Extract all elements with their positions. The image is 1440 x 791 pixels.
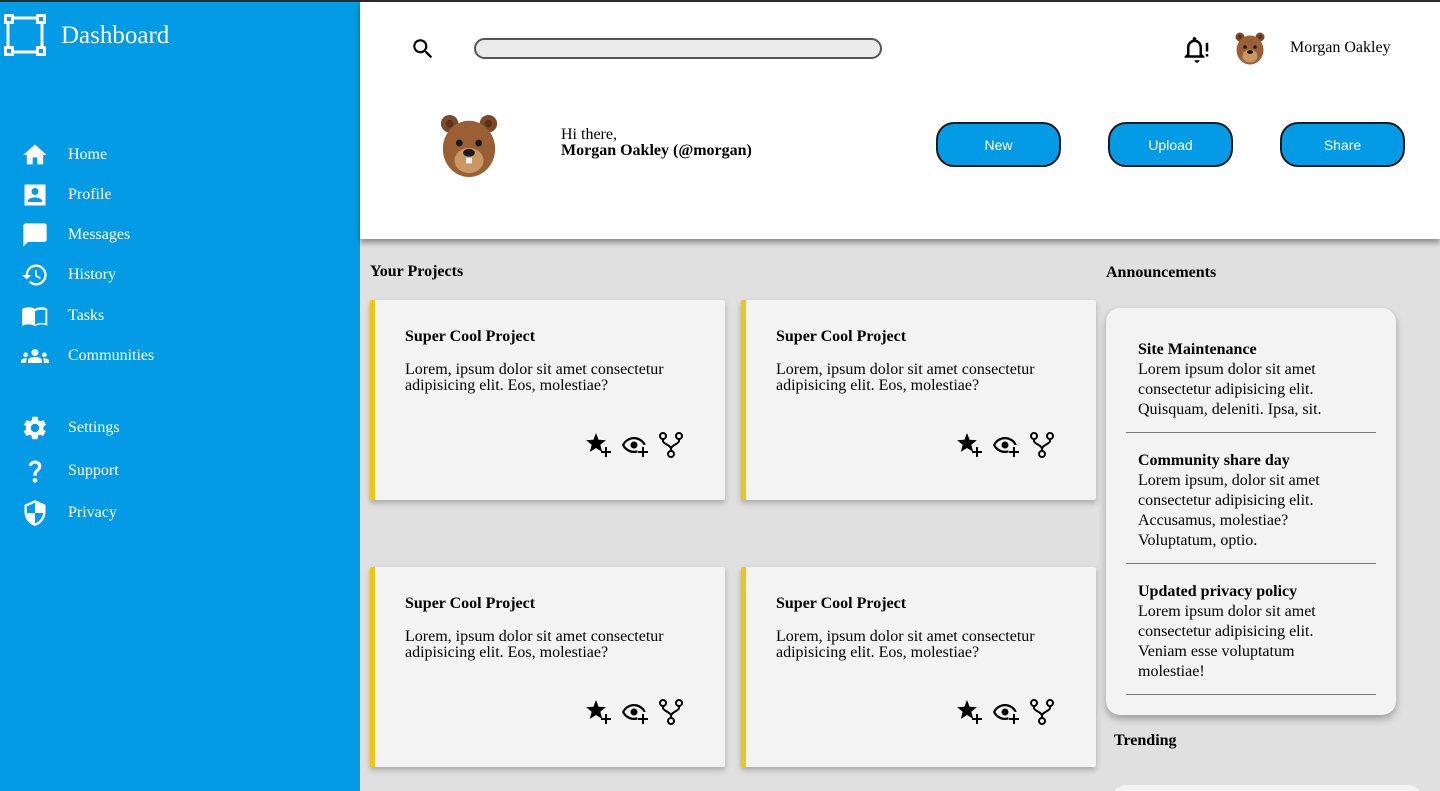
book-icon: [20, 301, 50, 331]
share-button[interactable]: Share: [1280, 122, 1405, 167]
greeting-user: Morgan Oakley (@morgan): [561, 142, 752, 159]
fork-icon[interactable]: [657, 431, 685, 459]
profile-icon: [20, 180, 50, 210]
sidebar-item-label: Support: [68, 462, 119, 479]
sidebar-item-settings[interactable]: Settings: [20, 413, 120, 443]
sidebar-item-tasks[interactable]: Tasks: [20, 301, 104, 331]
announcement-body: Lorem ipsum dolor sit amet consectetur a…: [1138, 361, 1322, 418]
home-icon: [20, 140, 50, 170]
star-add-icon[interactable]: [585, 698, 613, 726]
announcement-title: Community share day: [1138, 452, 1290, 469]
fork-icon[interactable]: [1028, 698, 1056, 726]
history-icon: [20, 260, 50, 290]
greeting-text: Hi there,: [561, 126, 617, 143]
people-icon: [20, 341, 50, 371]
project-title: Super Cool Project: [776, 328, 907, 345]
gear-icon: [20, 413, 50, 443]
profile-avatar: [440, 114, 498, 177]
watch-add-icon[interactable]: [992, 698, 1020, 726]
watch-add-icon[interactable]: [621, 431, 649, 459]
watch-add-icon[interactable]: [621, 698, 649, 726]
sidebar-item-support[interactable]: Support: [20, 456, 119, 486]
announcement-title: Site Maintenance: [1138, 341, 1257, 358]
avatar[interactable]: [1234, 31, 1266, 65]
question-icon: [20, 456, 50, 486]
sidebar-item-label: Settings: [68, 419, 120, 436]
user-name[interactable]: Morgan Oakley: [1290, 39, 1391, 57]
shield-icon: [20, 498, 50, 528]
sidebar-item-history[interactable]: History: [20, 260, 116, 290]
project-title: Super Cool Project: [405, 595, 536, 612]
announcement-item[interactable]: Community share day Lorem ipsum, dolor s…: [1126, 451, 1376, 564]
project-card[interactable]: Super Cool Project Lorem, ipsum dolor si…: [741, 567, 1096, 767]
star-add-icon[interactable]: [956, 698, 984, 726]
announcement-item[interactable]: Site Maintenance Lorem ipsum dolor sit a…: [1126, 340, 1376, 433]
star-add-icon[interactable]: [585, 431, 613, 459]
fork-icon[interactable]: [657, 698, 685, 726]
sidebar-item-messages[interactable]: Messages: [20, 220, 130, 250]
fork-icon[interactable]: [1028, 431, 1056, 459]
new-button[interactable]: New: [936, 122, 1061, 167]
project-card[interactable]: Super Cool Project Lorem, ipsum dolor si…: [370, 300, 725, 500]
trending-panel: [1112, 785, 1422, 791]
watch-add-icon[interactable]: [992, 431, 1020, 459]
sidebar-item-profile[interactable]: Profile: [20, 180, 112, 210]
app-title: Dashboard: [61, 21, 170, 49]
sidebar-item-label: Privacy: [68, 504, 117, 521]
sidebar-item-label: Profile: [68, 186, 112, 203]
header: Morgan Oakley Hi there, Morgan Oakley (@…: [360, 2, 1440, 239]
sidebar-item-privacy[interactable]: Privacy: [20, 498, 117, 528]
project-title: Super Cool Project: [405, 328, 536, 345]
greeting: Hi there, Morgan Oakley (@morgan): [561, 127, 752, 159]
project-card[interactable]: Super Cool Project Lorem, ipsum dolor si…: [741, 300, 1096, 500]
messages-icon: [20, 220, 50, 250]
project-card[interactable]: Super Cool Project Lorem, ipsum dolor si…: [370, 567, 725, 767]
trending-title: Trending: [1114, 732, 1177, 749]
brand[interactable]: Dashboard: [4, 14, 169, 56]
sidebar-item-label: Communities: [68, 347, 155, 364]
project-title: Super Cool Project: [776, 595, 907, 612]
upload-button[interactable]: Upload: [1108, 122, 1233, 167]
announcements-title: Announcements: [1106, 264, 1217, 281]
announcements-panel: Site Maintenance Lorem ipsum dolor sit a…: [1106, 308, 1396, 715]
notification-bell-icon[interactable]: [1182, 34, 1212, 64]
search-input[interactable]: [474, 38, 882, 59]
search-icon[interactable]: [410, 36, 436, 62]
sidebar-item-label: Messages: [68, 226, 131, 243]
sidebar-item-label: Home: [68, 146, 108, 163]
sidebar-item-home[interactable]: Home: [20, 140, 107, 170]
dashboard-logo-icon: [4, 14, 46, 56]
announcement-title: Updated privacy policy: [1138, 583, 1298, 600]
project-description: Lorem, ipsum dolor sit amet consectetur …: [776, 361, 1035, 394]
window-top-border: [0, 0, 1440, 2]
star-add-icon[interactable]: [956, 431, 984, 459]
project-description: Lorem, ipsum dolor sit amet consectetur …: [776, 628, 1035, 661]
announcement-item[interactable]: Updated privacy policy Lorem ipsum dolor…: [1126, 582, 1376, 695]
sidebar: Dashboard Home Profile Messages History …: [0, 0, 360, 791]
announcement-body: Lorem ipsum dolor sit amet consectetur a…: [1138, 603, 1316, 680]
announcement-body: Lorem ipsum, dolor sit amet consectetur …: [1138, 472, 1320, 549]
project-description: Lorem, ipsum dolor sit amet consectetur …: [405, 628, 664, 661]
projects-title: Your Projects: [370, 263, 464, 280]
sidebar-item-communities[interactable]: Communities: [20, 341, 154, 371]
sidebar-item-label: History: [68, 266, 116, 283]
sidebar-item-label: Tasks: [68, 307, 105, 324]
project-description: Lorem, ipsum dolor sit amet consectetur …: [405, 361, 664, 394]
